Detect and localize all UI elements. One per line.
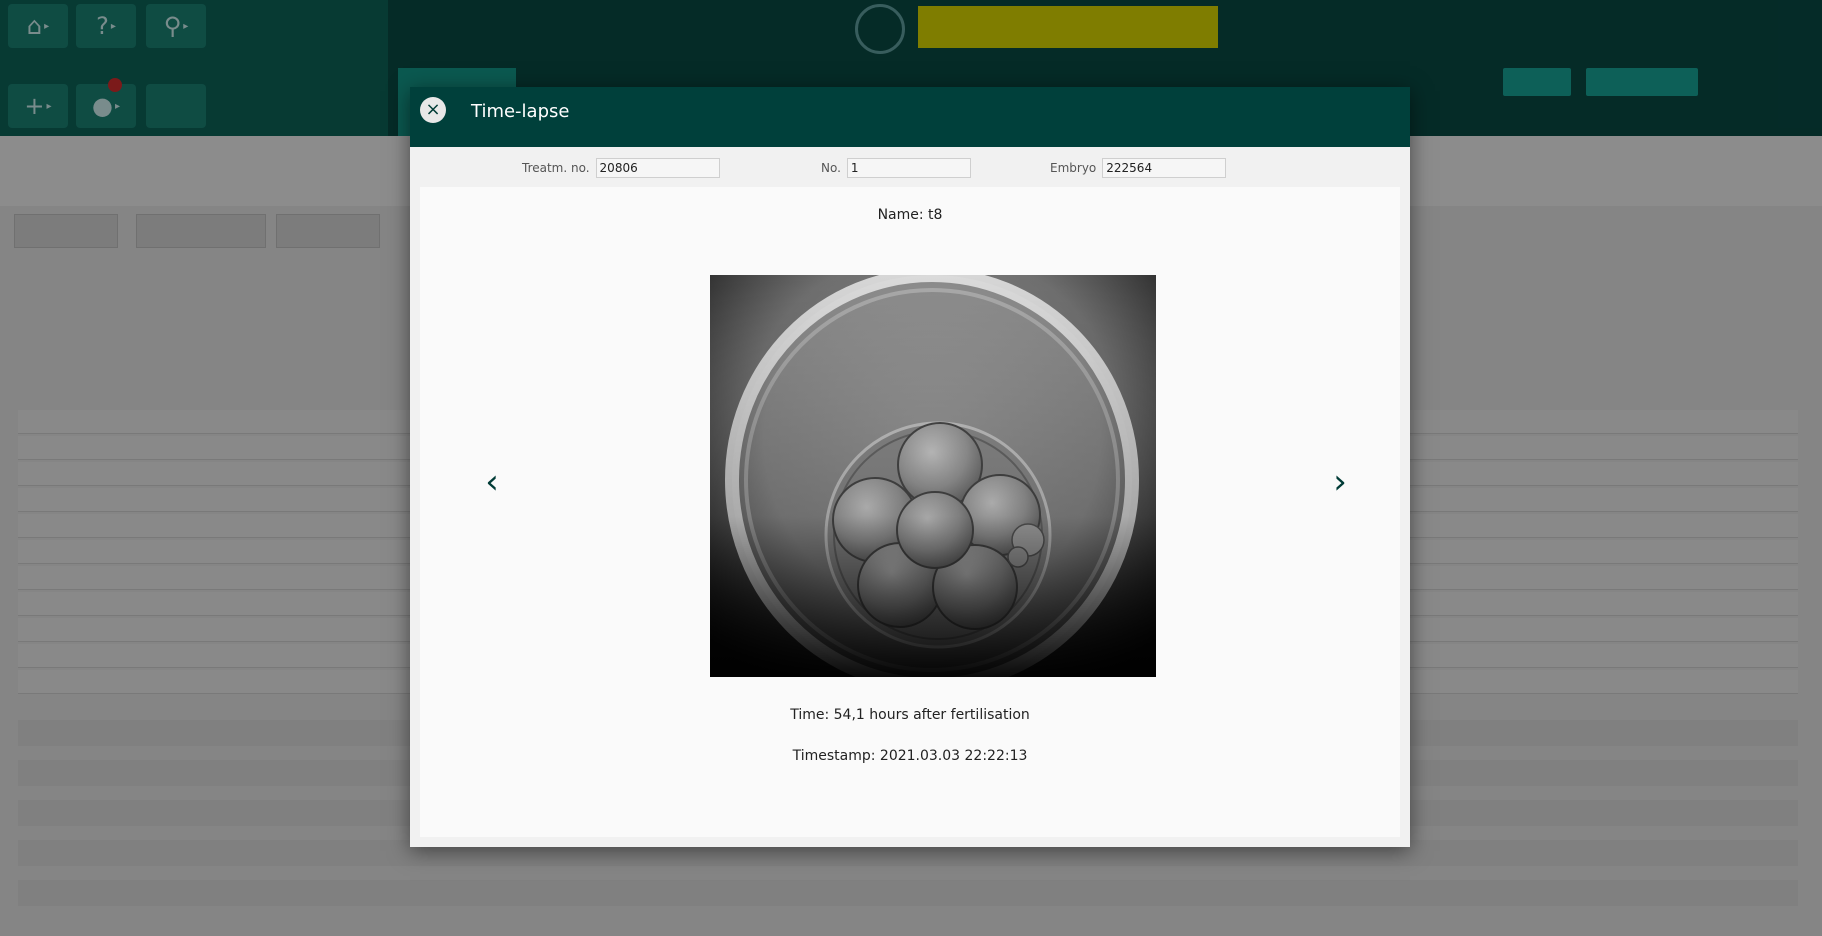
embryo-field-group: Embryo xyxy=(1050,157,1227,179)
dialog-header: × Time-lapse xyxy=(410,87,1410,147)
treatment-label: Treatm. no. xyxy=(522,161,590,175)
timestamp: Timestamp: 2021.03.03 22:22:13 xyxy=(792,748,1028,764)
treatment-input[interactable] xyxy=(595,158,720,178)
dialog-content: Name: t8 ‹ › Time: 54,1 hours after fert… xyxy=(420,187,1400,837)
embryo-image xyxy=(710,275,1156,677)
number-input[interactable] xyxy=(846,158,971,178)
close-icon[interactable]: × xyxy=(420,97,446,123)
time-after-fertilisation: Time: 54,1 hours after fertilisation xyxy=(790,707,1030,723)
embryo-label: Embryo xyxy=(1050,161,1097,175)
embryo-input[interactable] xyxy=(1102,158,1227,178)
dialog-title: Time-lapse xyxy=(471,101,570,122)
treatment-field-group: Treatm. no. xyxy=(522,157,720,179)
number-label: No. xyxy=(821,161,841,175)
fields-row: Treatm. no. No. Embryo xyxy=(410,147,1410,187)
chevron-left-icon[interactable]: ‹ xyxy=(472,457,512,507)
time-lapse-dialog: × Time-lapse Treatm. no. No. Embryo Name… xyxy=(410,87,1410,847)
chevron-right-icon[interactable]: › xyxy=(1320,457,1360,507)
number-field-group: No. xyxy=(821,157,971,179)
image-name: Name: t8 xyxy=(877,207,943,223)
